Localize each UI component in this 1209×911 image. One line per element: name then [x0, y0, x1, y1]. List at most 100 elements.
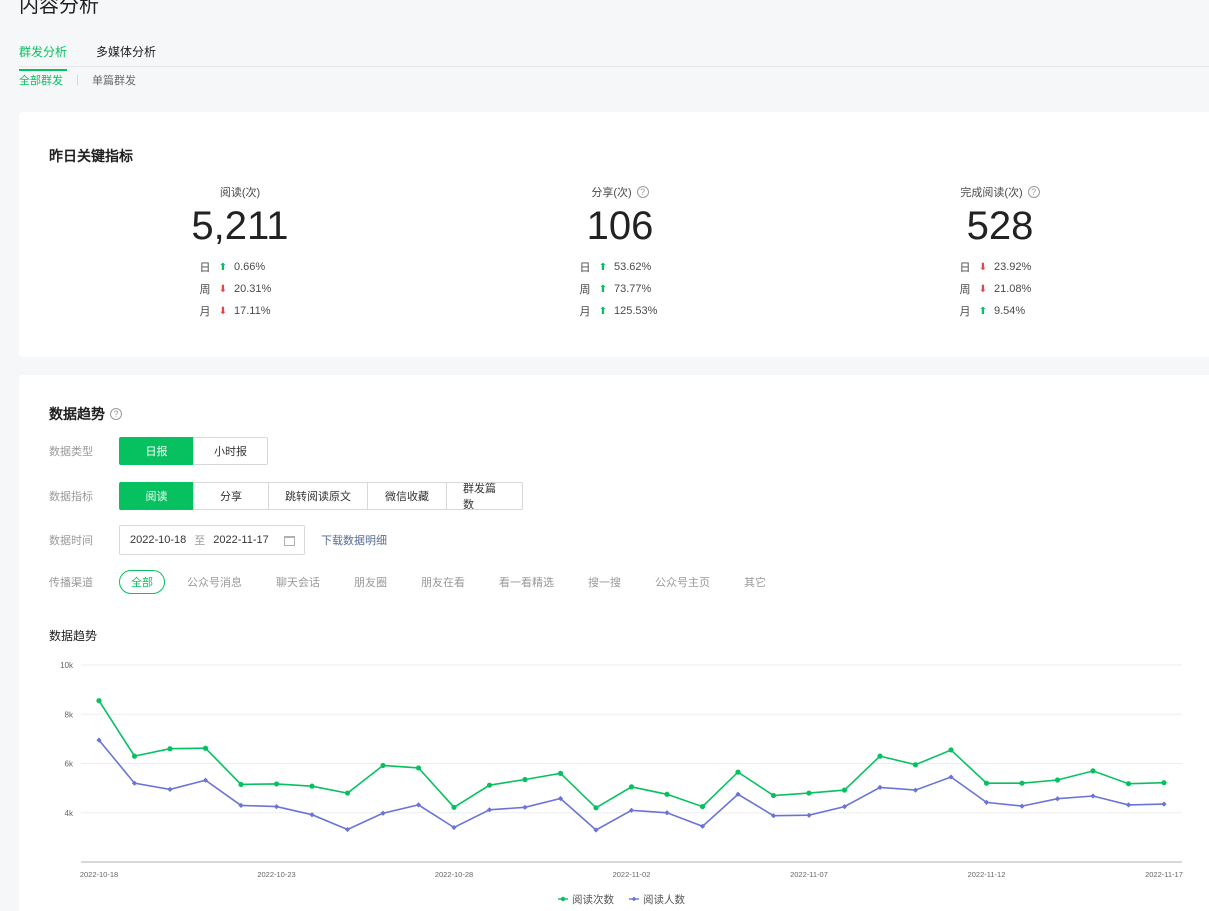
- kpi-change-pct: 23.92%: [994, 261, 1032, 273]
- metric-option-0[interactable]: 阅读: [119, 482, 194, 510]
- data-point: [522, 776, 528, 783]
- kpi-metric: 阅读(次) 5,211 日 ⬆ 0.66% 周 ⬇ 20.31% 月 ⬇ 17.1…: [140, 184, 340, 322]
- kpi-change-row: 月 ⬆ 9.54%: [900, 300, 1100, 322]
- channel-chip-1[interactable]: 公众号消息: [175, 570, 254, 594]
- kpi-change-pct: 17.11%: [234, 305, 271, 317]
- data-point: [167, 746, 173, 752]
- x-tick-label: 2022-11-07: [790, 870, 828, 879]
- data-point: [1161, 801, 1167, 807]
- filter-metric-row: 数据指标 阅读 分享 跳转阅读原文 微信收藏 群发篇数: [49, 482, 523, 511]
- kpi-change-row: 月 ⬆ 125.53%: [520, 300, 720, 322]
- data-point: [770, 792, 777, 799]
- filter-metric-label: 数据指标: [49, 491, 93, 503]
- data-point: [344, 790, 351, 796]
- kpi-period: 周: [199, 284, 211, 296]
- legend-marker: [631, 896, 637, 902]
- tab-mass-send-analysis[interactable]: 群发分析: [19, 42, 68, 71]
- arrow-up-icon: ⬆: [218, 261, 228, 273]
- metric-option-4[interactable]: 群发篇数: [446, 482, 523, 511]
- calendar-icon: [284, 536, 295, 546]
- channel-chip-6[interactable]: 搜一搜: [576, 570, 633, 594]
- data-point: [806, 790, 812, 796]
- x-tick-label: 2022-10-18: [80, 870, 118, 879]
- channel-chips: 全部 公众号消息 聊天会话 朋友圈 朋友在看 看一看精选 搜一搜 公众号主页 其它: [119, 570, 788, 594]
- date-start: 2022-10-18: [130, 534, 187, 546]
- filter-type-row: 数据类型 日报 小时报: [49, 437, 268, 465]
- y-tick-label: 6k: [65, 760, 74, 769]
- channel-chip-0[interactable]: 全部: [119, 570, 165, 594]
- kpi-period: 日: [579, 262, 591, 274]
- channel-chip-7[interactable]: 公众号主页: [643, 570, 722, 594]
- data-point: [664, 810, 670, 816]
- type-segmented: 日报 小时报: [119, 437, 268, 465]
- data-point: [96, 698, 102, 704]
- legend-label: 阅读人数: [643, 893, 685, 906]
- data-point: [380, 810, 386, 816]
- filter-type-label: 数据类型: [49, 446, 93, 458]
- kpi-change-pct: 20.31%: [234, 283, 272, 295]
- tab-multimedia-analysis[interactable]: 多媒体分析: [96, 42, 156, 66]
- data-point: [699, 803, 706, 810]
- data-point: [486, 807, 493, 813]
- legend-marker: [560, 896, 566, 902]
- legend-label: 阅读次数: [572, 893, 614, 906]
- arrow-up-icon: ⬆: [598, 305, 608, 317]
- channel-chip-3[interactable]: 朋友圈: [342, 570, 399, 594]
- date-separator: 至: [194, 535, 206, 547]
- data-point: [451, 804, 457, 810]
- kpi-period: 月: [959, 306, 971, 318]
- x-tick-label: 2022-10-28: [435, 870, 473, 879]
- data-point: [273, 781, 280, 787]
- metric-option-2[interactable]: 跳转阅读原文: [268, 482, 368, 510]
- metric-option-3[interactable]: 微信收藏: [367, 482, 447, 510]
- data-point: [1125, 781, 1132, 787]
- data-point: [344, 826, 351, 833]
- arrow-up-icon: ⬆: [598, 283, 608, 295]
- kpi-change-row: 日 ⬆ 0.66%: [140, 256, 340, 278]
- help-icon[interactable]: ?: [1027, 186, 1040, 198]
- kpi-title: 昨日关键指标: [49, 148, 133, 164]
- x-tick-label: 2022-10-23: [257, 870, 295, 879]
- main-tabs: 群发分析 多媒体分析: [19, 42, 1209, 71]
- chart-title: 数据趋势: [49, 629, 98, 643]
- filter-channel-label: 传播渠道: [49, 577, 93, 589]
- data-point: [1019, 803, 1025, 809]
- help-icon[interactable]: ?: [636, 186, 649, 198]
- download-detail-link[interactable]: 下载数据明细: [321, 532, 387, 548]
- kpi-period: 周: [579, 284, 591, 296]
- y-tick-label: 10k: [60, 661, 74, 670]
- data-point: [522, 804, 528, 810]
- sub-tabs: 全部群发 单篇群发: [19, 72, 136, 88]
- data-point: [735, 769, 741, 775]
- data-point: [912, 762, 919, 768]
- kpi-change-pct: 73.77%: [614, 283, 652, 295]
- type-option-0[interactable]: 日报: [119, 437, 194, 465]
- data-point: [415, 765, 422, 771]
- date-range-picker[interactable]: 2022-10-18 至 2022-11-17: [119, 525, 305, 555]
- channel-chip-5[interactable]: 看一看精选: [487, 570, 566, 594]
- x-tick-label: 2022-11-02: [613, 870, 651, 879]
- data-point: [1090, 793, 1096, 799]
- x-tick-label: 2022-11-17: [1145, 870, 1183, 879]
- trend-title-text: 数据趋势: [49, 406, 105, 422]
- channel-chip-4[interactable]: 朋友在看: [409, 570, 477, 594]
- kpi-period: 日: [959, 262, 971, 274]
- metric-option-1[interactable]: 分享: [193, 482, 269, 510]
- subtab-single[interactable]: 单篇群发: [92, 72, 136, 88]
- date-end: 2022-11-17: [213, 534, 269, 546]
- channel-chip-2[interactable]: 聊天会话: [264, 570, 332, 594]
- data-point: [841, 787, 848, 793]
- kpi-change-row: 日 ⬇ 23.92%: [900, 256, 1100, 278]
- arrow-down-icon: ⬇: [978, 261, 988, 273]
- data-point: [202, 745, 209, 751]
- help-icon[interactable]: ?: [110, 408, 122, 420]
- channel-chip-8[interactable]: 其它: [732, 570, 778, 594]
- subtab-all[interactable]: 全部群发: [19, 72, 63, 88]
- kpi-change-row: 周 ⬇ 21.08%: [900, 278, 1100, 300]
- y-tick-label: 8k: [65, 710, 74, 719]
- data-point: [1054, 777, 1061, 783]
- type-option-1[interactable]: 小时报: [193, 437, 268, 465]
- kpi-metric: 完成阅读(次)? 528 日 ⬇ 23.92% 周 ⬇ 21.08% 月 ⬆ 9.…: [900, 184, 1100, 322]
- data-point: [1125, 802, 1132, 808]
- data-point: [380, 762, 386, 769]
